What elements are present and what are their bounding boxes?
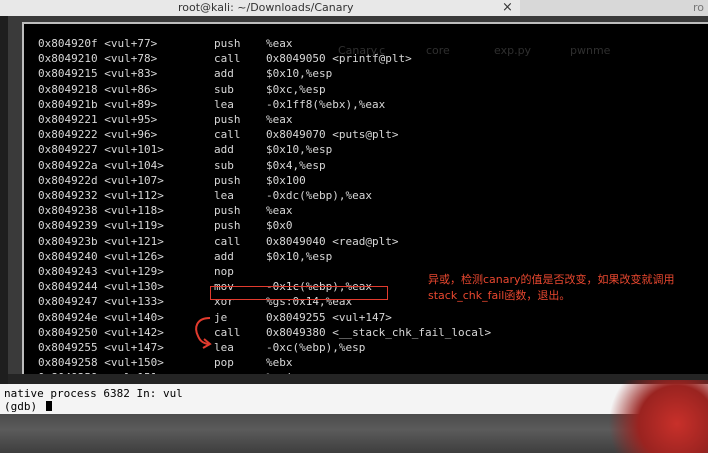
asm-operands: 0x8049040 <read@plt> xyxy=(266,234,399,248)
asm-opcode: call xyxy=(214,128,241,142)
window-title: root@kali: ~/Downloads/Canary xyxy=(178,1,354,14)
asm-address: 0x8049244 <vul+130> xyxy=(38,280,164,294)
asm-address: 0x8049232 <vul+112> xyxy=(38,189,164,202)
gdb-prompt: (gdb) xyxy=(4,400,44,413)
asm-opcode: call xyxy=(214,52,241,66)
asm-address: 0x8049215 <vul+83> xyxy=(38,67,158,81)
asm-opcode: call xyxy=(214,234,241,248)
text-cursor xyxy=(45,401,52,411)
asm-opcode: push xyxy=(214,113,241,126)
asm-row: 0x8049238 <vul+118> push %eax xyxy=(24,205,708,216)
asm-row: 0x8049210 <vul+78> call 0x8049050 <printf@… xyxy=(24,53,708,64)
asm-address: 0x8049247 <vul+133> xyxy=(38,295,164,309)
asm-row: 0x804922a <vul+104> sub $0x4,%esp xyxy=(24,160,708,171)
gdb-command-area[interactable]: native process 6382 In: vul (gdb) xyxy=(0,384,708,414)
asm-opcode: push xyxy=(214,173,241,187)
asm-row: 0x8049218 <vul+86> sub $0xc,%esp xyxy=(24,84,708,95)
asm-row: 0x8049258 <vul+150> pop %ebx xyxy=(24,357,708,368)
asm-address: 0x8049243 <vul+129> xyxy=(38,265,164,278)
annotation-note: 异或，检测canary的值是否改变，如果改变就调用stack_chk_fail函… xyxy=(428,273,675,302)
asm-row: 0x8049250 <vul+142> call 0x8049380 <__stac… xyxy=(24,327,708,338)
background-tab[interactable]: ro xyxy=(520,0,708,16)
asm-operands: 0x8049050 <printf@plt> xyxy=(266,52,412,66)
asm-operands: %ebx xyxy=(266,356,293,370)
status-divider xyxy=(8,374,708,384)
process-status: native process 6382 In: vul xyxy=(4,387,183,400)
asm-address: 0x8049250 <vul+142> xyxy=(38,325,164,339)
asm-address: 0x8049222 <vul+96> xyxy=(38,128,158,142)
asm-opcode: add xyxy=(214,249,234,263)
asm-operands: $0xc,%esp xyxy=(266,82,326,96)
asm-opcode: push xyxy=(214,204,241,218)
wallpaper-accent xyxy=(604,380,708,453)
asm-address: 0x804922d <vul+107> xyxy=(38,173,164,187)
asm-opcode: nop xyxy=(214,265,234,278)
asm-operands: $0x10,%esp xyxy=(266,143,333,157)
desktop-background xyxy=(0,414,708,453)
asm-operands: $0x100 xyxy=(266,173,306,187)
asm-operands: $0x4,%esp xyxy=(266,158,326,172)
asm-address: 0x804920f <vul+77> xyxy=(38,37,158,50)
asm-row: 0x8049221 <vul+95> push %eax xyxy=(24,114,708,125)
jump-arrow-icon xyxy=(195,317,212,349)
asm-row: 0x8049227 <vul+101> add $0x10,%esp xyxy=(24,144,708,155)
asm-address: 0x804923b <vul+121> xyxy=(38,234,164,248)
asm-address: 0x804921b <vul+89> xyxy=(38,97,158,111)
asm-operands: %eax xyxy=(266,113,293,126)
asm-row: 0x804924e <vul+140> je 0x8049255 <vul+147> xyxy=(24,312,708,323)
asm-row: 0x804920f <vul+77> push %eax xyxy=(24,38,708,49)
asm-row: 0x8049222 <vul+96> call 0x8049070 <puts@pl… xyxy=(24,129,708,140)
title-bar: root@kali: ~/Downloads/Canary × ro xyxy=(0,0,708,17)
close-icon[interactable]: × xyxy=(502,0,513,15)
background-tab-label: ro xyxy=(692,1,704,14)
gdb-asm-window[interactable]: Canary.c core exp.py pwnme 0x804920f <vu… xyxy=(22,22,708,374)
asm-row: 0x8049255 <vul+147> lea -0xc(%ebp),%esp xyxy=(24,342,708,353)
asm-operands: %eax xyxy=(266,204,293,218)
asm-row: 0x804921b <vul+89> lea -0x1ff8(%ebx),%eax xyxy=(24,99,708,110)
asm-operands: 0x8049380 <__stack_chk_fail_local> xyxy=(266,325,492,339)
asm-row: 0x8049239 <vul+119> push $0x0 xyxy=(24,220,708,231)
asm-address: 0x8049240 <vul+126> xyxy=(38,249,164,263)
asm-address: 0x8049218 <vul+86> xyxy=(38,82,158,96)
asm-operands: $0x10,%esp xyxy=(266,249,333,263)
asm-address: 0x8049239 <vul+119> xyxy=(38,219,164,233)
asm-address: 0x8049227 <vul+101> xyxy=(38,143,164,157)
asm-opcode: push xyxy=(214,37,241,50)
asm-opcode: sub xyxy=(214,82,234,96)
asm-opcode: pop xyxy=(214,356,234,370)
asm-row: 0x8049232 <vul+112> lea -0xdc(%ebp),%eax xyxy=(24,190,708,201)
asm-operands: 0x8049255 <vul+147> xyxy=(266,310,392,324)
gdb-prompt-line[interactable]: (gdb) xyxy=(4,401,52,412)
asm-operands: $0x10,%esp xyxy=(266,67,333,81)
asm-address: 0x8049238 <vul+118> xyxy=(38,204,164,218)
asm-row: 0x8049240 <vul+126> add $0x10,%esp xyxy=(24,251,708,262)
asm-opcode: lea xyxy=(214,189,234,202)
asm-operands: -0x1ff8(%ebx),%eax xyxy=(266,97,386,111)
asm-address: 0x8049258 <vul+150> xyxy=(38,356,164,370)
asm-operands: $0x0 xyxy=(266,219,293,233)
asm-operands: %eax xyxy=(266,37,293,50)
asm-opcode: lea xyxy=(214,97,234,111)
asm-row: 0x8049215 <vul+83> add $0x10,%esp xyxy=(24,68,708,79)
asm-opcode: push xyxy=(214,219,241,233)
asm-opcode: sub xyxy=(214,158,234,172)
asm-opcode: add xyxy=(214,143,234,157)
asm-address: 0x804924e <vul+140> xyxy=(38,310,164,324)
asm-operands: -0xdc(%ebp),%eax xyxy=(266,189,372,202)
asm-operands: 0x8049070 <puts@plt> xyxy=(266,128,399,142)
xor-highlight-box xyxy=(210,286,388,300)
asm-address: 0x8049210 <vul+78> xyxy=(38,52,158,66)
asm-address: 0x8049221 <vul+95> xyxy=(38,113,158,126)
asm-row: 0x804922d <vul+107> push $0x100 xyxy=(24,175,708,186)
asm-address: 0x804922a <vul+104> xyxy=(38,158,164,172)
asm-operands: -0xc(%ebp),%esp xyxy=(266,341,366,354)
asm-address: 0x8049255 <vul+147> xyxy=(38,341,164,354)
asm-row: 0x804923b <vul+121> call 0x8049040 <read@p… xyxy=(24,236,708,247)
asm-opcode: add xyxy=(214,67,234,81)
